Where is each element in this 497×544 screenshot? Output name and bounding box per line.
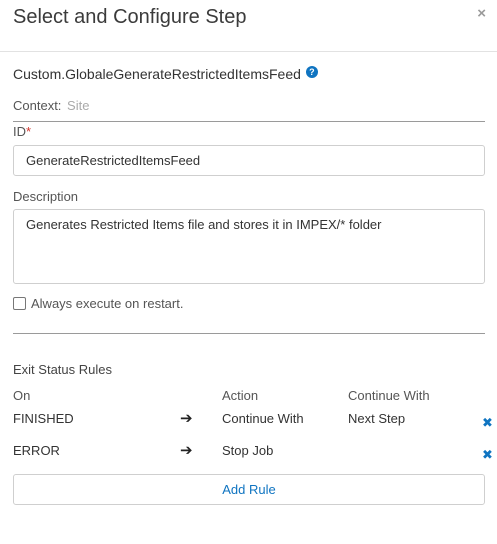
help-icon[interactable]: ? <box>305 66 318 78</box>
rule-action[interactable]: Stop Job <box>222 443 273 458</box>
restart-label: Always execute on restart. <box>31 296 184 311</box>
add-rule-button[interactable]: Add Rule <box>13 474 485 505</box>
arrow-right-icon: ➔ <box>180 442 193 459</box>
id-label-row: ID* <box>13 124 31 139</box>
exit-rules-title: Exit Status Rules <box>13 362 112 377</box>
step-name: Custom.GlobaleGenerateRestrictedItemsFee… <box>13 66 301 82</box>
dialog-header: Select and Configure Step × <box>0 0 497 52</box>
step-name-row: Custom.GlobaleGenerateRestrictedItemsFee… <box>13 66 318 82</box>
section-divider <box>13 333 485 334</box>
restart-row: Always execute on restart. <box>13 296 183 311</box>
description-label: Description <box>13 189 79 204</box>
column-header-continue-with: Continue With <box>348 388 430 403</box>
arrow-right-icon: ➔ <box>180 410 193 427</box>
rule-continue-with[interactable]: Next Step <box>348 411 405 426</box>
context-label: Context: <box>13 98 62 113</box>
id-input[interactable]: GenerateRestrictedItemsFeed <box>13 145 485 176</box>
context-row: Context: Site <box>13 98 89 113</box>
remove-rule-icon[interactable]: ✖ <box>482 447 493 463</box>
context-divider <box>13 121 485 122</box>
required-mark: * <box>26 124 32 139</box>
id-label: ID <box>13 124 26 139</box>
column-header-action: Action <box>222 388 259 403</box>
rule-on: ERROR <box>13 443 60 458</box>
rule-on: FINISHED <box>13 411 74 426</box>
description-textarea[interactable]: Generates Restricted Items file and stor… <box>13 209 485 284</box>
context-value: Site <box>67 98 90 113</box>
close-icon[interactable]: × <box>477 5 486 22</box>
rule-action[interactable]: Continue With <box>222 411 304 426</box>
remove-rule-icon[interactable]: ✖ <box>482 415 493 431</box>
dialog-title: Select and Configure Step <box>13 6 247 28</box>
column-header-on: On <box>13 388 31 403</box>
restart-checkbox[interactable] <box>13 297 26 310</box>
